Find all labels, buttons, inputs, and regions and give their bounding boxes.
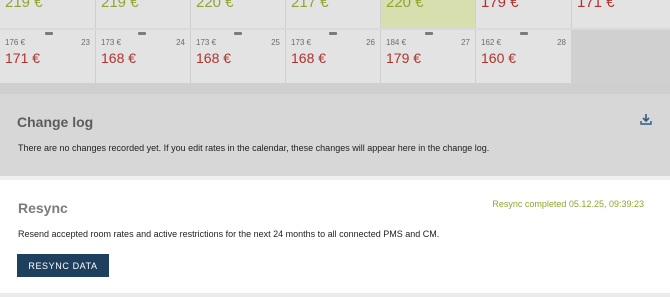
original-price: 184 €: [386, 38, 407, 47]
resync-status: Resync completed 05.12.25, 09:39:23: [492, 199, 644, 209]
calendar-cell[interactable]: 219 €: [96, 0, 191, 28]
cell-price: 219 €: [101, 0, 139, 11]
original-price: 173 €: [291, 38, 312, 47]
change-log-empty-message: There are no changes recorded yet. If yo…: [18, 143, 490, 153]
cell-price: 168 €: [196, 50, 232, 66]
original-price: 162 €: [481, 38, 502, 47]
cell-price: 171 €: [5, 50, 41, 66]
original-price: 173 €: [101, 38, 122, 47]
cell-price: 160 €: [481, 50, 517, 66]
resync-title: Resync: [18, 200, 68, 216]
cell-price: 171 €: [577, 0, 615, 11]
calendar-cell[interactable]: 219 €: [0, 0, 96, 28]
change-log-title: Change log: [17, 114, 94, 130]
cell-price: 220 €: [196, 0, 234, 11]
restriction-bar: [138, 32, 146, 35]
resync-section: Resync Resync completed 05.12.25, 09:39:…: [0, 180, 670, 297]
resync-data-button[interactable]: RESYNC DATA: [17, 254, 109, 277]
calendar-cell[interactable]: 173 € 26 168 €: [286, 30, 381, 83]
restriction-bar: [425, 32, 433, 35]
cell-price: 220 €: [386, 0, 424, 11]
cell-price: 168 €: [291, 50, 327, 66]
calendar-cell[interactable]: 184 € 27 179 €: [381, 30, 476, 83]
day-number: 23: [81, 38, 90, 47]
calendar-cell[interactable]: 162 € 28 160 €: [476, 30, 572, 83]
cell-price: 219 €: [5, 0, 43, 11]
calendar-cell[interactable]: 176 € 23 171 €: [0, 30, 96, 83]
calendar-cell-selected[interactable]: 220 €: [381, 0, 476, 28]
restriction-bar: [234, 32, 242, 35]
day-number: 25: [271, 38, 280, 47]
original-price: 173 €: [196, 38, 217, 47]
day-number: 24: [176, 38, 185, 47]
cell-price: 179 €: [386, 50, 422, 66]
bottom-divider: [0, 293, 670, 297]
day-number: 26: [366, 38, 375, 47]
calendar-cell[interactable]: 179 €: [476, 0, 572, 28]
original-price: 176 €: [5, 38, 26, 47]
download-icon[interactable]: [640, 112, 652, 125]
cell-price: 217 €: [291, 0, 329, 11]
cell-price: 168 €: [101, 50, 137, 66]
restriction-bar: [45, 32, 53, 35]
restriction-bar: [520, 32, 528, 35]
day-number: 27: [461, 38, 470, 47]
calendar-cell[interactable]: 173 € 24 168 €: [96, 30, 191, 83]
calendar-cell-empty: [572, 30, 670, 83]
calendar-cell[interactable]: 173 € 25 168 €: [191, 30, 286, 83]
day-number: 28: [557, 38, 566, 47]
cell-price: 179 €: [481, 0, 519, 11]
change-log-section: Change log There are no changes recorded…: [0, 83, 670, 176]
calendar-cell[interactable]: 217 €: [286, 0, 381, 28]
calendar-cell[interactable]: 220 €: [191, 0, 286, 28]
resync-description: Resend accepted room rates and active re…: [18, 229, 440, 239]
restriction-bar: [329, 32, 337, 35]
calendar-cell[interactable]: 171 €: [572, 0, 670, 28]
rate-calendar: 219 € 219 € 220 € 217 € 220 € 179 € 171 …: [0, 0, 670, 83]
